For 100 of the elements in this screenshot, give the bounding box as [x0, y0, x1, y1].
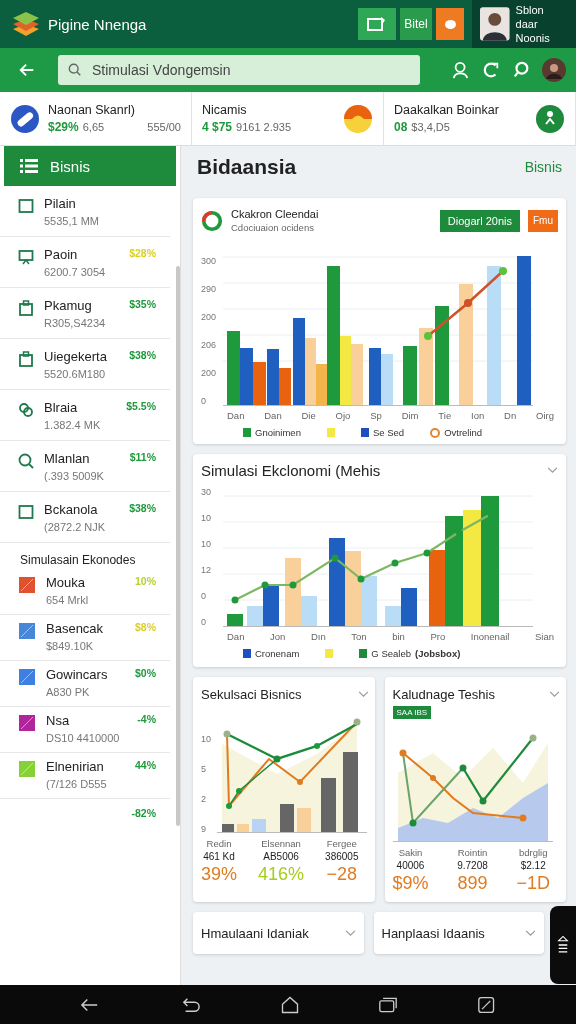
bar	[403, 346, 417, 406]
square-icon	[18, 504, 34, 520]
item-change: 44%	[135, 759, 156, 771]
page-heading: Bidaansia	[197, 155, 297, 179]
avatar-icon[interactable]	[542, 58, 566, 82]
bisnis-link[interactable]: Bisnis	[524, 159, 562, 175]
data-point	[424, 332, 432, 340]
image-button[interactable]	[358, 8, 396, 40]
sidebar-item[interactable]: Elnenirian (7/126 D555 44%	[0, 753, 170, 799]
axis-label: 0	[201, 396, 207, 406]
axis-label: 200	[201, 312, 218, 322]
data-point	[231, 596, 239, 604]
summary-title: Daakalkan Boinkar	[394, 103, 500, 117]
sidebar-item[interactable]: Pilain 5535,1 MM	[0, 186, 170, 237]
logo-icon	[12, 11, 40, 37]
stat-change: 899	[457, 873, 488, 894]
item-name: Paoin	[44, 247, 79, 262]
edit-icon[interactable]	[476, 995, 497, 1014]
axis-label: Dim	[401, 410, 419, 421]
stat-label: Redin	[206, 838, 232, 849]
item-change: $35%	[129, 298, 156, 310]
scrollbar[interactable]	[176, 266, 180, 826]
item-detail: 1.382.4 MK	[44, 419, 102, 431]
chevron-icon[interactable]	[344, 929, 356, 937]
item-change: $11%	[129, 451, 156, 463]
home-icon[interactable]	[279, 994, 300, 1015]
badge: SAA IBS	[392, 706, 432, 719]
axis-label: Dan	[264, 410, 282, 421]
axis-label: 2	[201, 794, 207, 804]
stat-value: 386005	[325, 851, 359, 862]
sidebar-item[interactable]: Mouka 654 Mrkl 10%	[0, 569, 170, 615]
user-icon[interactable]	[452, 61, 470, 79]
link-icon	[18, 402, 34, 418]
axis-label: 290	[201, 284, 218, 294]
axis-label: Dın	[310, 631, 326, 642]
sidebar-item[interactable]: Nsa DS10 4410000 -4%	[0, 707, 170, 753]
search-icon	[68, 63, 82, 77]
item-detail: 654 Mrkl	[46, 594, 90, 606]
primary-button[interactable]: Diogarl 20nis	[439, 209, 520, 232]
sidebar-item[interactable]: Uiegekerta 5520.6M180 $38%	[0, 339, 170, 390]
sidebar-title: Bisnis	[50, 157, 90, 175]
item-name: Mouka	[46, 575, 87, 590]
recents-icon[interactable]	[378, 995, 399, 1014]
data-point	[289, 581, 297, 589]
axis-label: Dan	[227, 631, 245, 642]
item-detail: (7/126 D555	[46, 778, 108, 790]
axis-label: Sian	[535, 631, 554, 642]
collapsed-card[interactable]: Hmaulaani Idaniak	[193, 912, 364, 954]
search-field[interactable]: Stimulasi Vdongemsin	[58, 55, 420, 85]
summary-value: 4 $75	[202, 120, 233, 134]
card-title: Ckakron Cleendai	[231, 208, 320, 220]
item-name: Uiegekerta	[44, 349, 108, 364]
chevron-icon[interactable]	[549, 691, 560, 698]
sidebar-item[interactable]: Mlanlan (.393 5009K $11%	[0, 441, 170, 492]
user-subtitle: Noonis	[515, 31, 551, 45]
axis-label: 9	[201, 824, 207, 834]
stat-change: −1D	[516, 873, 550, 894]
back-arrow-icon[interactable]	[18, 61, 36, 79]
bar	[227, 614, 243, 626]
item-name: Elnenirian	[46, 759, 105, 774]
eject-icon	[557, 934, 569, 956]
chevron-icon[interactable]	[525, 929, 536, 937]
bitel-button[interactable]: Bitel	[400, 8, 432, 40]
emoji-button[interactable]	[436, 8, 464, 40]
sidebar-item[interactable]: Blraia 1.382.4 MK $5.5%	[0, 390, 170, 441]
sidebar-item[interactable]: Pkamug R305,S4234 $35%	[0, 288, 170, 339]
card-title: Hanplaasi Idaanis	[381, 925, 485, 941]
sidebar-header[interactable]: Bisnis	[4, 146, 176, 186]
legend-label: Cronenam	[255, 648, 300, 659]
item-change: -82%	[131, 807, 156, 819]
chevron-icon[interactable]	[357, 691, 369, 698]
sidebar-item[interactable]: Gowincars A830 PK $0%	[0, 661, 170, 707]
presentation-icon	[18, 249, 34, 265]
clipboard-icon	[18, 300, 34, 316]
sidebar-item[interactable]: Paoin 6200.7 3054 $28%	[0, 237, 170, 288]
stat-value: 9.7208	[457, 860, 488, 871]
item-detail: A830 PK	[46, 686, 91, 698]
ring-icon	[201, 209, 223, 232]
summary-detail: 6,65	[82, 121, 105, 133]
item-detail: 5520.6M180	[44, 368, 107, 380]
collapsed-card[interactable]: Hanplaasi Idaanis	[373, 912, 544, 954]
user-name: Sblon daar	[515, 3, 545, 31]
axis-label: Die	[301, 410, 316, 421]
stat-value: 40006	[396, 860, 425, 871]
sidebar-item[interactable]: Bckanola (2872.2 NJK $38%	[0, 492, 170, 543]
stat-change: $9%	[392, 873, 429, 894]
refresh-icon[interactable]	[482, 61, 500, 79]
sidebar-item[interactable]: Basencak $849.10K $8%	[0, 615, 170, 661]
item-name: Basencak	[46, 621, 105, 636]
item-change: $38%	[129, 349, 156, 361]
card-subtitle: Cdociuaion ocidens	[231, 222, 315, 233]
item-change: $5.5%	[126, 400, 156, 412]
summary-title: Naonan Skanrl)	[48, 103, 136, 117]
axis-label: Dan	[227, 410, 245, 421]
drawer-handle[interactable]	[550, 906, 576, 984]
stat-change: 39%	[201, 864, 238, 885]
square-icon	[18, 198, 34, 214]
summary-detail: 9161 2.935	[236, 121, 292, 133]
avatar-icon[interactable]	[480, 6, 510, 42]
chevron-icon[interactable]	[547, 467, 558, 474]
